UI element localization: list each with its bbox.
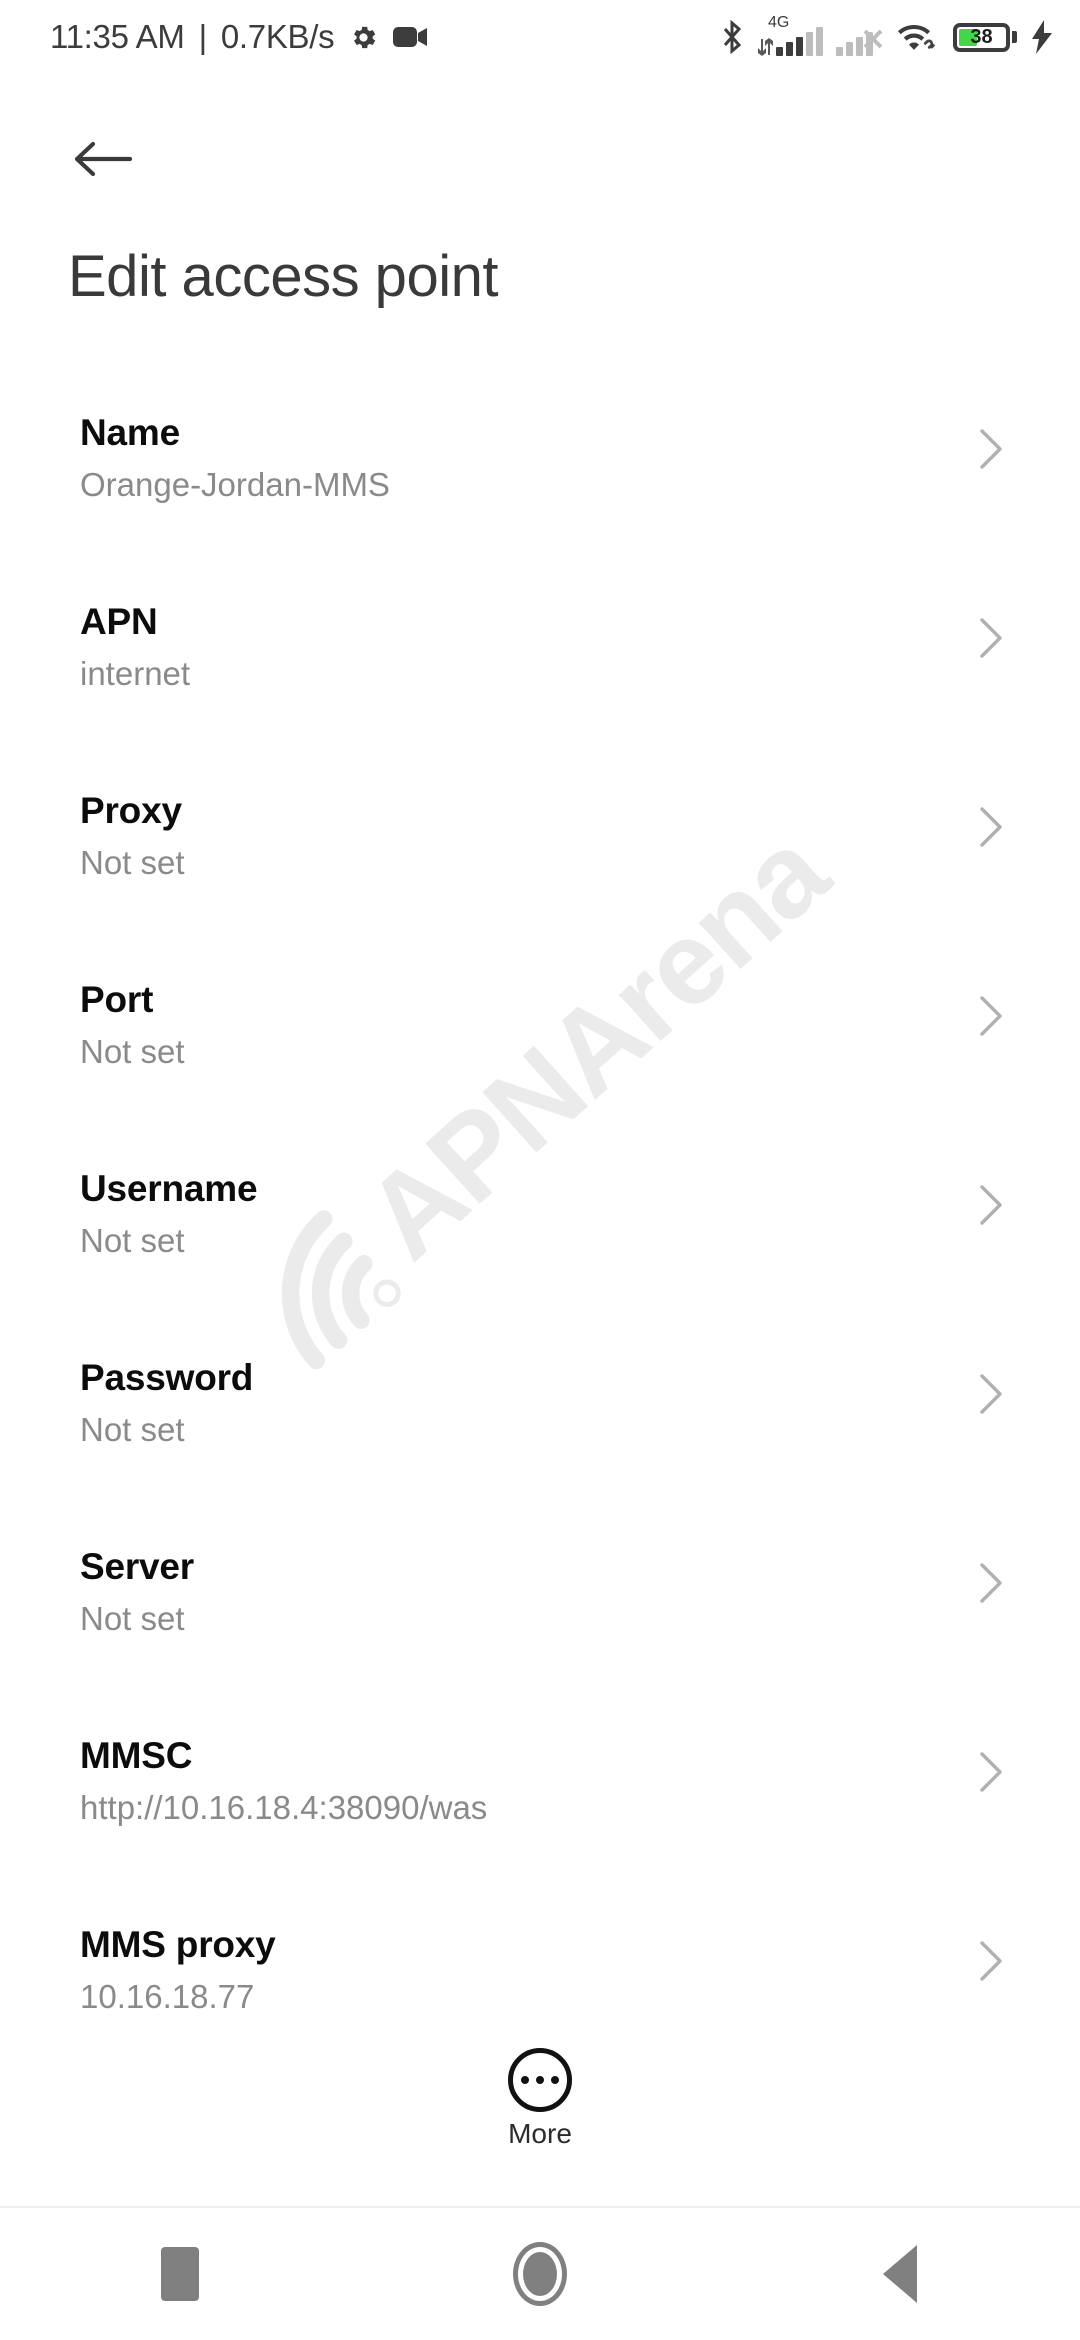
phone-screen: 11:35 AM | 0.7KB/s 4G 38 APNArena Edit a…: [0, 0, 1080, 2340]
chevron-right-icon: [978, 1372, 1004, 1416]
chevron-right-icon: [978, 1750, 1004, 1794]
network-type-label: 4G: [768, 14, 790, 31]
row-value: Orange-Jordan-MMS: [80, 466, 390, 503]
row-title: APN: [80, 601, 158, 642]
more-button[interactable]: More: [0, 2040, 1080, 2148]
row-value: http://10.16.18.4:38090/was: [80, 1789, 488, 1826]
row-title: Password: [80, 1357, 254, 1398]
row-title: MMS proxy: [80, 1924, 276, 1965]
back-triangle-icon: [883, 2245, 917, 2303]
list-item-username[interactable]: Username Not set: [0, 1161, 1080, 1350]
status-net-speed: 0.7KB/s: [220, 18, 335, 55]
chevron-right-icon: [978, 427, 1004, 471]
signal-4g-icon: 4G: [757, 14, 823, 56]
nav-back-button[interactable]: [720, 2208, 1080, 2340]
row-title: Name: [80, 412, 180, 453]
row-value: 10.16.18.77: [80, 1978, 255, 2015]
row-title: Username: [80, 1168, 258, 1209]
wifi-icon: [898, 21, 940, 53]
more-button-label: More: [508, 2118, 572, 2149]
more-dots-circle-icon: [508, 2048, 572, 2112]
data-arrows-icon: [757, 30, 775, 56]
row-value: internet: [80, 655, 191, 692]
back-button[interactable]: [62, 120, 144, 202]
gear-icon: [348, 22, 379, 53]
status-bar: 11:35 AM | 0.7KB/s 4G 38: [0, 0, 1080, 74]
list-item-proxy[interactable]: Proxy Not set: [0, 783, 1080, 972]
battery-icon: 38: [953, 22, 1017, 52]
chevron-right-icon: [978, 1561, 1004, 1605]
home-circle-icon: [513, 2242, 567, 2306]
video-camera-icon: [393, 24, 429, 50]
list-item-server[interactable]: Server Not set: [0, 1539, 1080, 1728]
row-value: Not set: [80, 1411, 185, 1448]
bluetooth-icon: [720, 19, 744, 55]
nav-home-button[interactable]: [360, 2208, 720, 2340]
no-service-x-icon: [861, 27, 885, 56]
list-item-password[interactable]: Password Not set: [0, 1350, 1080, 1539]
row-value: Not set: [80, 1222, 185, 1259]
row-value: Not set: [80, 1600, 185, 1637]
chevron-right-icon: [978, 616, 1004, 660]
status-bar-left: 11:35 AM | 0.7KB/s: [50, 18, 429, 56]
status-clock: 11:35 AM: [50, 18, 185, 55]
chevron-right-icon: [978, 1183, 1004, 1227]
chevron-right-icon: [978, 805, 1004, 849]
list-item-name[interactable]: Name Orange-Jordan-MMS: [0, 405, 1080, 594]
status-bar-right: 4G 38: [720, 14, 1054, 56]
arrow-left-icon: [73, 138, 133, 185]
charging-bolt-icon: [1030, 20, 1054, 54]
battery-percent-label: 38: [970, 26, 993, 48]
recents-square-icon: [161, 2247, 199, 2301]
list-item-apn[interactable]: APN internet: [0, 594, 1080, 783]
status-separator: |: [198, 18, 208, 55]
settings-list: Name Orange-Jordan-MMS APN internet Prox…: [0, 405, 1080, 2106]
row-title: MMSC: [80, 1735, 193, 1776]
navigation-bar: [0, 2206, 1080, 2340]
chevron-right-icon: [978, 994, 1004, 1038]
signal-sim2-no-service-icon: [836, 18, 885, 56]
page-title: Edit access point: [68, 244, 498, 309]
row-title: Server: [80, 1546, 195, 1587]
row-title: Port: [80, 979, 154, 1020]
list-item-mmsc[interactable]: MMSC http://10.16.18.4:38090/was: [0, 1728, 1080, 1917]
row-title: Proxy: [80, 790, 182, 831]
list-item-port[interactable]: Port Not set: [0, 972, 1080, 1161]
chevron-right-icon: [978, 1939, 1004, 1983]
row-value: Not set: [80, 844, 185, 881]
signal-bars-sim1: [776, 27, 823, 56]
row-value: Not set: [80, 1033, 185, 1070]
nav-recents-button[interactable]: [0, 2208, 360, 2340]
